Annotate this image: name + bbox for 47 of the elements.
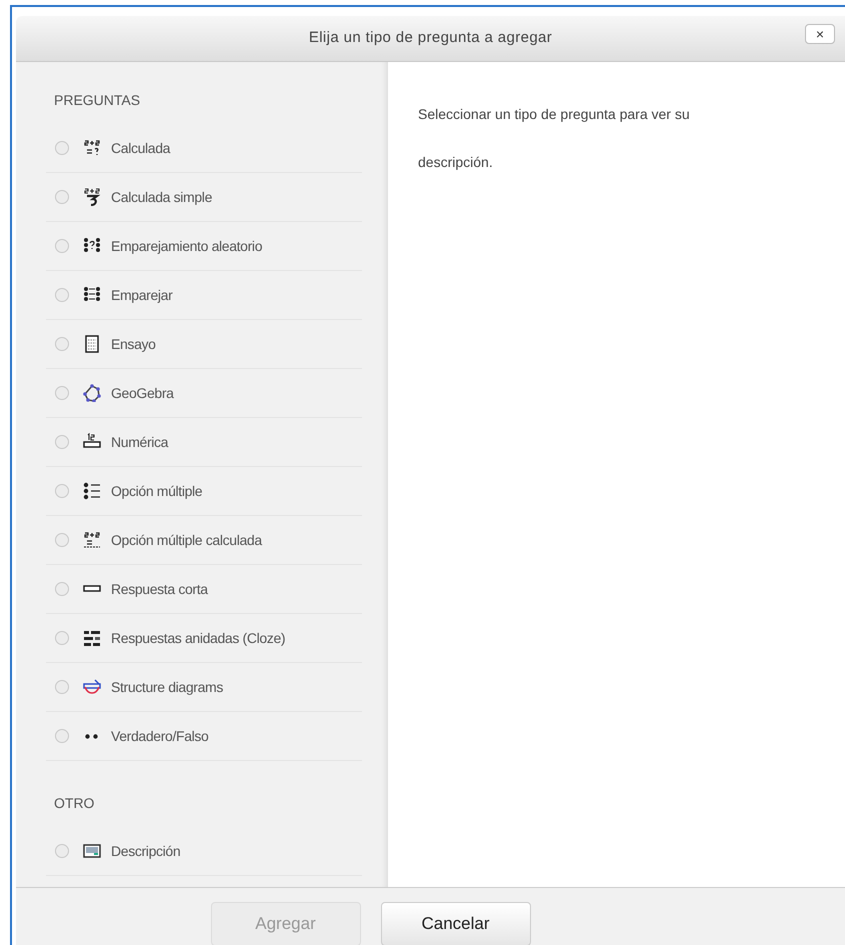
formula-icon [83, 531, 101, 549]
question-type-label[interactable]: Ensayo [111, 334, 156, 354]
document-icon [83, 335, 101, 353]
formula-icon [83, 188, 101, 206]
question-type-label[interactable]: GeoGebra [111, 382, 174, 404]
radio-button[interactable] [55, 484, 69, 498]
diagram-icon [83, 678, 101, 696]
radio-button[interactable] [55, 190, 69, 204]
question-type-label[interactable]: Opción múltiple calculada [111, 530, 262, 550]
question-type-label[interactable]: Numérica [111, 432, 168, 452]
description-text: Seleccionar un tipo de pregunta para ver su descripción. [418, 105, 691, 172]
close-button[interactable]: × [805, 24, 835, 44]
question-type-label[interactable]: Calculada [111, 138, 170, 158]
dialog-button[interactable]: Cancelar [380, 902, 530, 945]
question-type-label[interactable]: Opción múltiple [111, 480, 202, 502]
list-icon [83, 482, 101, 500]
radio-button[interactable] [55, 533, 69, 547]
question-type-label[interactable]: Verdadero/Falso [111, 726, 208, 746]
question-type-label[interactable]: Emparejar [111, 284, 172, 306]
question-type-label[interactable]: Respuesta corta [111, 578, 208, 600]
formula-icon [83, 139, 101, 157]
two-dots-icon [85, 734, 98, 738]
question-type-label[interactable]: Descripción [111, 840, 180, 862]
radio-button[interactable] [55, 435, 69, 449]
dots-matching-icon [83, 286, 101, 304]
radio-button[interactable] [55, 582, 69, 596]
image-icon [83, 842, 101, 860]
radio-button[interactable] [55, 386, 69, 400]
radio-button[interactable] [55, 239, 69, 253]
radio-button[interactable] [55, 141, 69, 155]
radio-button[interactable] [55, 631, 69, 645]
question-type-label[interactable]: Calculada simple [111, 186, 212, 208]
dots-matching-icon [83, 237, 101, 255]
section-heading: PREGUNTAS [53, 91, 142, 110]
question-type-label[interactable]: Respuestas anidadas (Cloze) [111, 628, 286, 648]
number-field-icon [83, 433, 101, 451]
blocks-icon [83, 629, 101, 647]
question-type-label[interactable]: Structure diagrams [111, 676, 223, 698]
dialog-title: Elija un tipo de pregunta a agregar [308, 28, 552, 48]
radio-button[interactable] [55, 680, 69, 694]
radio-button[interactable] [55, 337, 69, 351]
radio-button[interactable] [55, 844, 69, 858]
section-heading: OTRO [53, 794, 96, 813]
polygon-icon [83, 384, 101, 402]
question-type-label[interactable]: Emparejamiento aleatorio [111, 236, 262, 256]
radio-button[interactable] [55, 288, 69, 302]
radio-button[interactable] [55, 729, 69, 743]
